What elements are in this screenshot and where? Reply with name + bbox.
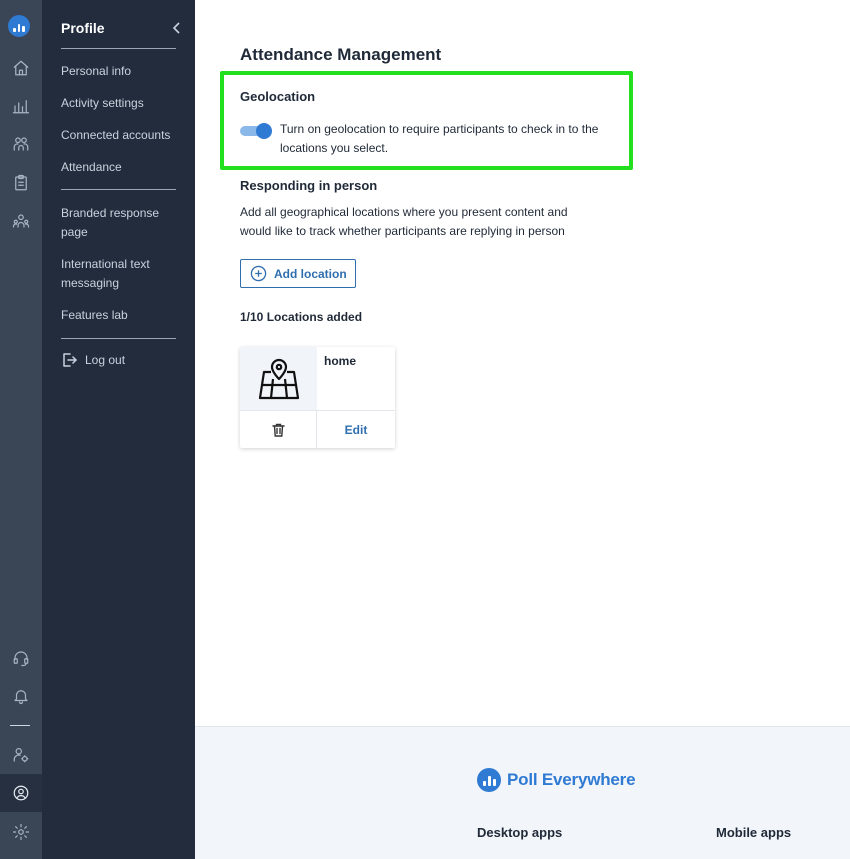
sidebar-item-connected-accounts[interactable]: Connected accounts (61, 126, 181, 145)
plus-circle-icon (250, 265, 267, 282)
home-icon[interactable] (9, 56, 33, 80)
location-card: home Edit (240, 347, 395, 448)
sidebar-divider (61, 189, 176, 190)
locations-count: 1/10 Locations added (240, 310, 363, 324)
toggle-knob (256, 123, 272, 139)
groups-icon[interactable] (9, 209, 33, 233)
settings-gear-icon[interactable] (9, 820, 33, 844)
geolocation-description: Turn on geolocation to require participa… (280, 122, 599, 155)
sidebar-divider (61, 48, 176, 49)
sidebar-item-branded-response-page[interactable]: Branded response page (61, 204, 181, 242)
support-headset-icon[interactable] (9, 646, 33, 670)
logout-label: Log out (85, 353, 126, 367)
account-settings-icon[interactable] (9, 743, 33, 767)
responding-in-person-description: Add all geographical locations where you… (240, 205, 568, 238)
reports-chart-icon[interactable] (9, 94, 33, 118)
profile-user-icon[interactable] (9, 781, 33, 805)
sidebar-item-features-lab[interactable]: Features lab (61, 306, 181, 325)
edit-location-button[interactable]: Edit (317, 411, 395, 448)
sidebar-item-international-text-messaging[interactable]: International text messaging (61, 255, 181, 293)
clipboard-icon[interactable] (9, 171, 33, 195)
sidebar-item-activity-settings[interactable]: Activity settings (61, 94, 181, 113)
sidebar-divider (61, 338, 176, 339)
logout-button[interactable]: Log out (61, 352, 125, 368)
rail-divider (10, 725, 30, 726)
main-content: Attendance Management Geolocation Turn o… (195, 0, 850, 726)
sidebar-item-personal-info[interactable]: Personal info (61, 62, 181, 81)
notifications-bell-icon[interactable] (9, 684, 33, 708)
responding-in-person-title: Responding in person (240, 178, 378, 193)
profile-sidebar: Profile Personal info Activity settings … (42, 0, 195, 859)
sidebar-item-attendance[interactable]: Attendance (61, 158, 181, 177)
footer-desktop-apps-heading: Desktop apps (477, 825, 563, 840)
footer-brand-logo[interactable]: Poll Everywhere (477, 768, 636, 792)
poll-everywhere-logo-icon (477, 768, 501, 792)
add-location-label: Add location (274, 266, 347, 281)
logout-icon (63, 353, 77, 367)
icon-rail (0, 0, 42, 859)
trash-icon (271, 423, 285, 437)
sidebar-title: Profile (61, 20, 105, 36)
geolocation-title: Geolocation (240, 89, 316, 104)
add-location-button[interactable]: Add location (240, 259, 356, 288)
page-title: Attendance Management (240, 45, 442, 64)
footer-mobile-apps-heading: Mobile apps (716, 825, 792, 840)
delete-location-button[interactable] (240, 411, 316, 448)
collapse-chevron-left-icon[interactable] (170, 21, 184, 35)
geolocation-toggle[interactable] (240, 123, 273, 139)
footer-brand-name: Poll Everywhere (507, 770, 636, 789)
location-name: home (324, 354, 357, 368)
footer: Poll Everywhere Desktop apps Mobile apps (195, 726, 850, 859)
poll-everywhere-logo-icon[interactable] (8, 15, 30, 37)
location-map-pin-icon (240, 347, 317, 411)
participants-icon[interactable] (9, 132, 33, 156)
